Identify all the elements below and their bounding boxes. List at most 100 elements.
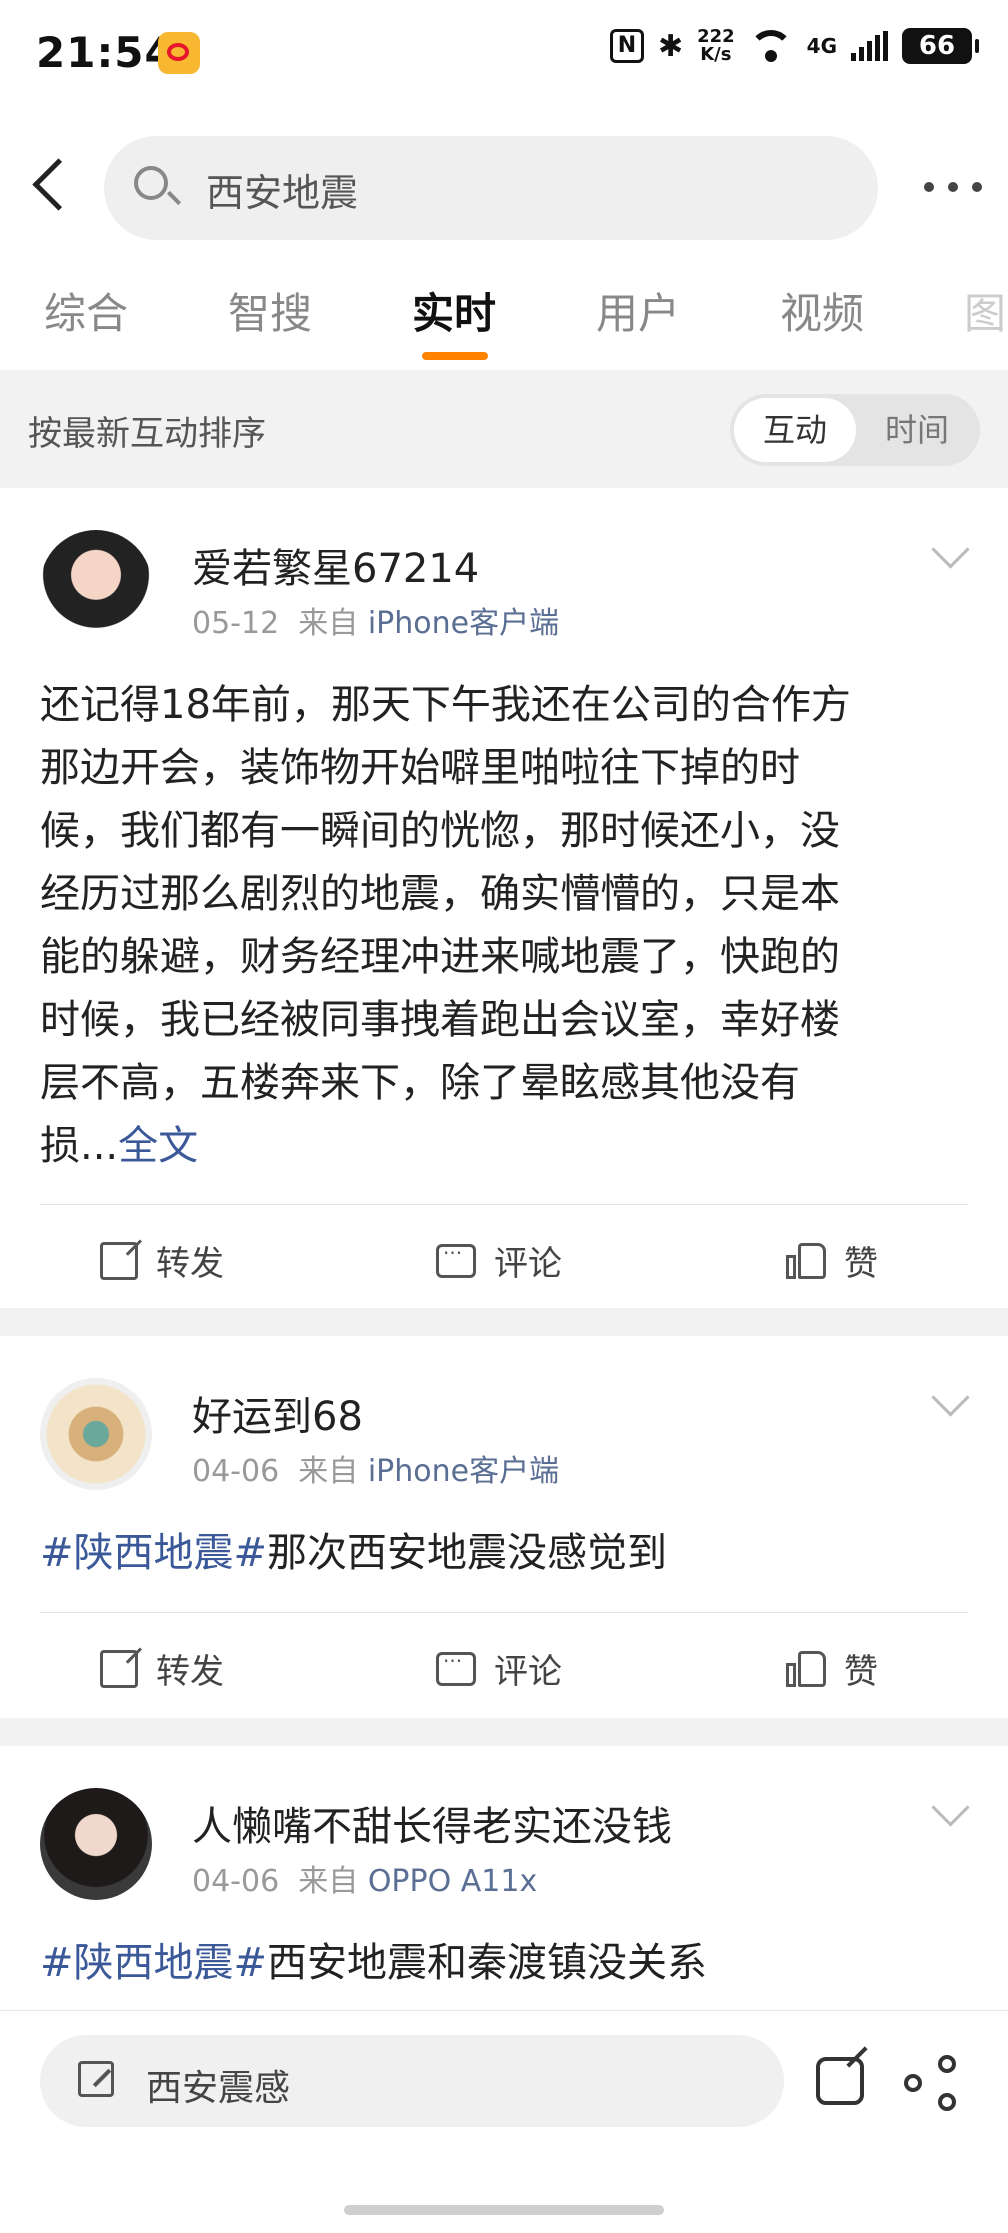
tab-comprehensive[interactable]: 综合 — [44, 280, 128, 341]
status-bar: 21:54 N ✱ 222 K/s 4G 66 — [0, 0, 1008, 110]
post-text-line: 候，我们都有一瞬间的恍惚，那时候还小，没 — [40, 808, 840, 854]
more-icon[interactable] — [924, 182, 982, 192]
back-icon[interactable] — [30, 158, 70, 214]
sort-bar: 按最新互动排序 互动 时间 — [0, 370, 1008, 486]
post-meta: 04-06 来自 iPhone客户端 — [192, 1446, 559, 1490]
post-text-line: 经历过那么剧烈的地震，确实懵懵的，只是本 — [40, 871, 840, 917]
signal-icon — [851, 31, 888, 61]
comment-icon — [436, 1649, 476, 1686]
repost-icon — [100, 1649, 138, 1688]
post-actions: 转发 评论 赞 — [0, 1208, 1008, 1308]
repost-label: 转发 — [156, 1244, 224, 1284]
search-query[interactable]: 西安地震 — [206, 162, 358, 217]
post-text[interactable]: 还记得18年前，那天下午我还在公司的合作方 那边开会，装饰物开始噼里啪啦往下掉的… — [40, 674, 970, 1178]
sort-option-interaction[interactable]: 互动 — [734, 398, 856, 462]
post-source[interactable]: OPPO A11x — [368, 1864, 537, 1899]
net-speed: 222 K/s — [697, 28, 735, 64]
comment-label: 评论 — [494, 1652, 562, 1692]
net-speed-unit: K/s — [700, 44, 732, 65]
repost-button[interactable]: 转发 — [100, 1644, 224, 1693]
repost-icon — [100, 1241, 138, 1280]
chevron-down-icon[interactable] — [931, 1378, 970, 1417]
search-bar[interactable]: 西安地震 — [104, 136, 878, 240]
avatar[interactable] — [40, 1788, 152, 1900]
post-text-line: 还记得18年前，那天下午我还在公司的合作方 — [40, 682, 851, 728]
tab-smart-search[interactable]: 智搜 — [228, 280, 312, 341]
post-text[interactable]: #陕西地震#那次西安地震没感觉到 — [40, 1522, 970, 1585]
divider — [40, 1612, 968, 1613]
comment-button[interactable]: 评论 — [436, 1644, 562, 1693]
like-label: 赞 — [844, 1244, 878, 1284]
status-time: 21:54 — [36, 28, 175, 77]
tab-realtime[interactable]: 实时 — [412, 280, 496, 341]
post-source[interactable]: iPhone客户端 — [368, 606, 559, 641]
like-button[interactable]: 赞 — [786, 1644, 878, 1693]
pencil-icon — [78, 2061, 114, 2097]
repost-button[interactable]: 转发 — [100, 1236, 224, 1285]
nfc-icon: N — [609, 29, 644, 63]
post-date: 04-06 — [192, 1864, 280, 1899]
post-text-line: 层不高，五楼奔来下，除了晕眩感其他没有 — [40, 1060, 800, 1106]
post-source-prefix: 来自 — [298, 606, 359, 641]
active-tab-indicator — [422, 352, 488, 360]
comment-icon — [436, 1241, 476, 1278]
chevron-down-icon[interactable] — [931, 530, 970, 569]
avatar[interactable] — [40, 1378, 152, 1490]
bluetooth-icon: ✱ — [657, 28, 684, 64]
post-text-line: 能的躲避，财务经理冲进来喊地震了，快跑的 — [40, 934, 840, 980]
post-source[interactable]: iPhone客户端 — [368, 1454, 559, 1489]
post-date: 04-06 — [192, 1454, 280, 1489]
repost-label: 转发 — [156, 1652, 224, 1692]
tab-bar: 综合 智搜 实时 用户 视频 图 — [0, 260, 1008, 370]
post-card[interactable]: 好运到68 04-06 来自 iPhone客户端 #陕西地震#那次西安地震没感觉… — [0, 1336, 1008, 1718]
sort-toggle: 互动 时间 — [730, 394, 980, 466]
like-button[interactable]: 赞 — [786, 1236, 878, 1285]
share-icon[interactable] — [904, 2055, 960, 2111]
post-card[interactable]: 爱若繁星67214 05-12 来自 iPhone客户端 还记得18年前，那天下… — [0, 488, 1008, 1308]
post-text-content: 西安地震和秦渡镇没关系 — [267, 1940, 708, 1986]
tab-images[interactable]: 图 — [964, 280, 1006, 341]
comment-input-text: 西安震感 — [146, 2068, 291, 2109]
home-indicator[interactable] — [344, 2205, 664, 2215]
post-username[interactable]: 人懒嘴不甜长得老实还没钱 — [192, 1794, 672, 1852]
battery-icon: 66 — [902, 28, 979, 64]
post-username[interactable]: 好运到68 — [192, 1384, 363, 1442]
post-text[interactable]: #陕西地震#西安地震和秦渡镇没关系 — [40, 1932, 970, 1995]
weibo-notification-icon — [158, 32, 200, 74]
search-icon — [134, 166, 168, 200]
sort-option-time[interactable]: 时间 — [858, 398, 976, 462]
like-icon — [786, 1241, 826, 1281]
chevron-down-icon[interactable] — [931, 1788, 970, 1827]
sort-label: 按最新互动排序 — [28, 414, 266, 454]
hashtag-link[interactable]: #陕西地震# — [40, 1530, 267, 1576]
divider — [40, 1204, 968, 1205]
like-label: 赞 — [844, 1652, 878, 1692]
search-header: 西安地震 — [0, 110, 1008, 260]
wifi-icon — [748, 30, 793, 62]
comment-input[interactable]: 西安震感 — [40, 2035, 784, 2127]
post-date: 05-12 — [192, 606, 280, 641]
like-icon — [786, 1649, 826, 1689]
avatar[interactable] — [40, 530, 152, 642]
post-source-prefix: 来自 — [298, 1864, 359, 1899]
comment-label: 评论 — [494, 1244, 562, 1284]
post-text-content: 那次西安地震没感觉到 — [267, 1530, 668, 1576]
post-text-line: 损... — [40, 1123, 119, 1169]
post-text-line: 时候，我已经被同事拽着跑出会议室，幸好楼 — [40, 997, 840, 1043]
post-username[interactable]: 爱若繁星67214 — [192, 536, 479, 594]
post-source-prefix: 来自 — [298, 1454, 359, 1489]
post-actions: 转发 评论 赞 — [0, 1616, 1008, 1716]
tab-video[interactable]: 视频 — [780, 280, 864, 341]
tab-users[interactable]: 用户 — [596, 280, 680, 341]
post-meta: 04-06 来自 OPPO A11x — [192, 1856, 537, 1900]
post-text-line: 那边开会，装饰物开始噼里啪啦往下掉的时 — [40, 745, 800, 791]
hashtag-link[interactable]: #陕西地震# — [40, 1940, 267, 1986]
post-card[interactable]: 人懒嘴不甜长得老实还没钱 04-06 来自 OPPO A11x #陕西地震#西安… — [0, 1746, 1008, 2010]
network-type: 4G — [806, 34, 837, 58]
comment-button[interactable]: 评论 — [436, 1236, 562, 1285]
full-text-link[interactable]: 全文 — [118, 1123, 198, 1169]
battery-level: 66 — [918, 31, 956, 61]
status-icons: N ✱ 222 K/s 4G 66 — [609, 28, 979, 64]
post-meta: 05-12 来自 iPhone客户端 — [192, 598, 559, 642]
edit-icon[interactable] — [816, 2057, 864, 2105]
